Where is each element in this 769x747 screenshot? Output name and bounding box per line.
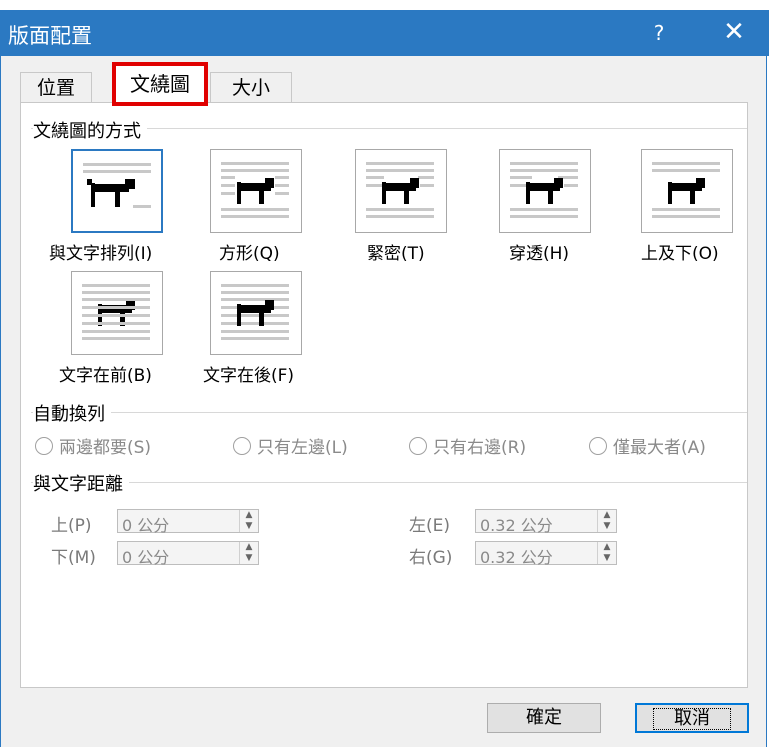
- wrap-in-front-option[interactable]: [71, 271, 163, 355]
- ok-button[interactable]: 確定: [487, 703, 601, 733]
- distance-top-input[interactable]: 0 公分 ▲ ▼: [117, 509, 259, 535]
- tab-size[interactable]: 大小: [210, 72, 292, 103]
- wrap-top-bottom-label: 上及下(O): [641, 244, 719, 264]
- wrap-inline-icon: [83, 163, 151, 208]
- distance-right-input[interactable]: 0.32 公分 ▲ ▼: [475, 541, 617, 567]
- wrap-square-icon: [221, 162, 289, 218]
- distance-left-label: 左(E): [409, 516, 451, 536]
- wrap-square-option[interactable]: [210, 149, 302, 233]
- radio-right-only[interactable]: 只有右邊(R): [409, 433, 526, 458]
- wrap-behind-option[interactable]: [210, 271, 302, 355]
- group-divider: [31, 482, 747, 483]
- radio-left-only[interactable]: 只有左邊(L): [233, 433, 348, 458]
- spin-arrows-icon[interactable]: ▲ ▼: [597, 510, 616, 532]
- wrap-tight-label: 緊密(T): [367, 244, 425, 264]
- wrap-inline-option[interactable]: [71, 149, 163, 233]
- group-divider: [31, 412, 747, 413]
- tab-position[interactable]: 位置: [20, 72, 92, 103]
- help-button[interactable]: ?: [644, 18, 674, 48]
- wrap-tight-icon: [366, 162, 434, 218]
- dialog-titlebar: 版面配置 ? ✕: [0, 10, 769, 56]
- wrap-behind-label: 文字在後(F): [203, 366, 295, 386]
- wrap-square-label: 方形(Q): [219, 244, 280, 264]
- wrap-tight-option[interactable]: [355, 149, 447, 233]
- radio-circle-icon: [589, 437, 607, 455]
- wrap-in-front-label: 文字在前(B): [59, 366, 152, 386]
- radio-largest-only[interactable]: 僅最大者(A): [589, 433, 706, 458]
- wrap-top-bottom-option[interactable]: [641, 149, 733, 233]
- distance-right-label: 右(G): [409, 548, 453, 568]
- cancel-button[interactable]: 取消: [635, 703, 749, 733]
- distance-top-label: 上(P): [51, 516, 92, 536]
- radio-both-sides[interactable]: 兩邊都要(S): [35, 433, 151, 458]
- distance-bottom-input[interactable]: 0 公分 ▲ ▼: [117, 541, 259, 567]
- spin-arrows-icon[interactable]: ▲ ▼: [239, 510, 258, 532]
- wrap-inline-label: 與文字排列(I): [49, 244, 153, 264]
- distance-bottom-label: 下(M): [51, 548, 96, 568]
- distance-left-input[interactable]: 0.32 公分 ▲ ▼: [475, 509, 617, 535]
- wrap-top-bottom-icon: [652, 162, 720, 218]
- radio-circle-icon: [409, 437, 427, 455]
- wrap-through-label: 穿透(H): [509, 244, 570, 264]
- wrap-style-group-label: 文繞圖的方式: [33, 117, 147, 143]
- radio-circle-icon: [233, 437, 251, 455]
- tab-panel: 文繞圖的方式 與文字排列(I) 方形(Q) 緊密(T) 穿透(H) 上及下(O)…: [20, 102, 748, 688]
- tab-text-wrapping[interactable]: 文繞圖: [112, 62, 208, 106]
- radio-circle-icon: [35, 437, 53, 455]
- wrap-behind-icon: [221, 284, 289, 340]
- spin-arrows-icon[interactable]: ▲ ▼: [239, 542, 258, 564]
- wrap-through-icon: [510, 162, 578, 218]
- distance-group-label: 與文字距離: [33, 470, 129, 496]
- dialog-title: 版面配置: [8, 24, 92, 48]
- auto-wrap-group-label: 自動換列: [33, 400, 111, 426]
- wrap-in-front-icon: [82, 284, 150, 340]
- spin-arrows-icon[interactable]: ▲ ▼: [597, 542, 616, 564]
- wrap-through-option[interactable]: [499, 149, 591, 233]
- close-button[interactable]: ✕: [712, 14, 756, 50]
